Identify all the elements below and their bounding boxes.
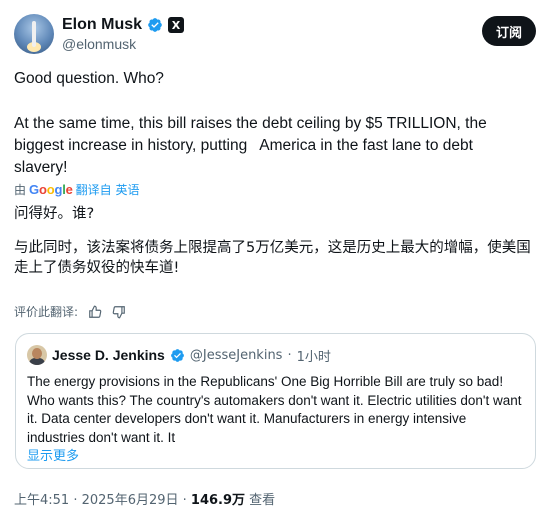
author-name[interactable]: Elon Musk [62, 16, 142, 34]
tweet-date[interactable]: 2025年6月29日 [82, 493, 179, 508]
rate-translation: 评价此翻译: [14, 303, 126, 320]
translation-attribution: 由 Google 翻译自 英语 [14, 181, 139, 198]
translated-text-line1: 问得好。谁? [14, 206, 95, 222]
google-logo: Google [29, 182, 73, 197]
quoted-author-avatar[interactable] [27, 345, 47, 365]
rate-translation-label: 评价此翻译: [14, 305, 79, 319]
tweet-text-line2: At the same time, this bill raises the d… [14, 115, 492, 176]
translated-from-link[interactable]: 翻译自 英语 [76, 181, 140, 198]
thumbs-up-icon[interactable] [88, 305, 102, 319]
verified-badge-icon [170, 348, 185, 363]
translation-by-label: 由 [14, 183, 27, 197]
quoted-author-name[interactable]: Jesse D. Jenkins [52, 347, 165, 363]
subscribe-button[interactable]: 订阅 [481, 16, 536, 46]
meta-separator: · [69, 493, 82, 508]
quoted-tweet-text: The energy provisions in the Republicans… [27, 374, 522, 445]
author-handle[interactable]: @elonmusk [62, 36, 136, 52]
quoted-dot-separator: · [287, 347, 292, 363]
tweet-text-line1: Good question. Who? [14, 70, 164, 87]
translated-text-line2: 与此同时，该法案将债务上限提高了5万亿美元，这是历史上最大的增幅，使美国走上了债… [14, 240, 531, 276]
quoted-timestamp[interactable]: 1小时 [297, 346, 331, 365]
meta-separator: · [178, 493, 191, 508]
quoted-author-handle[interactable]: @JesseJenkins [190, 348, 283, 363]
verified-badge-icon [147, 17, 163, 33]
author-avatar[interactable] [14, 14, 54, 54]
tweet-header: Elon Musk X @elonmusk 订阅 [14, 14, 536, 56]
views-label: 查看 [245, 493, 276, 508]
show-more-link[interactable]: 显示更多 [27, 445, 79, 464]
thumbs-down-icon[interactable] [112, 305, 126, 319]
tweet-meta: 上午4:51 · 2025年6月29日 · 146.9万 查看 [14, 489, 275, 508]
author-name-row: Elon Musk X [62, 15, 185, 35]
tweet-time[interactable]: 上午4:51 [14, 493, 69, 508]
x-logo-icon: X [168, 17, 185, 33]
quoted-tweet[interactable]: Jesse D. Jenkins @JesseJenkins · 1小时 The… [15, 333, 536, 469]
view-count: 146.9万 [190, 493, 246, 508]
quoted-tweet-header: Jesse D. Jenkins @JesseJenkins · 1小时 [27, 345, 331, 365]
